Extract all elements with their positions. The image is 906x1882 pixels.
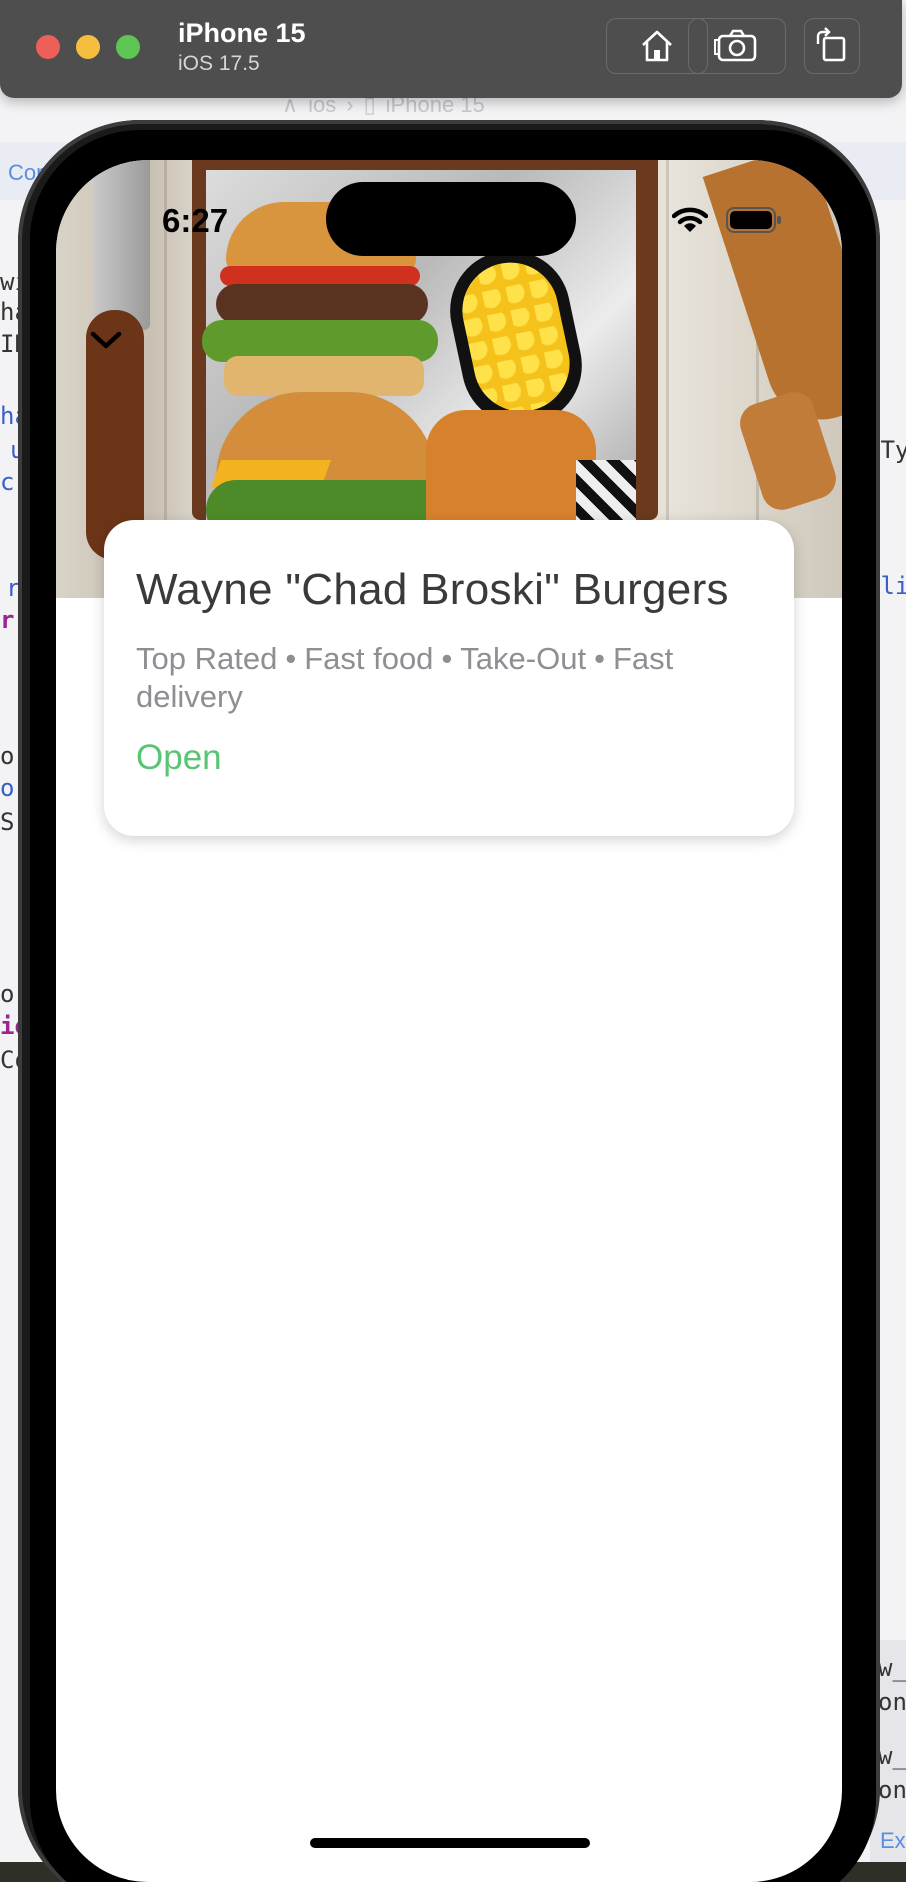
rotate-button[interactable] [804, 18, 860, 74]
dynamic-island [326, 182, 576, 256]
simulator-device-name: iPhone 15 [178, 18, 306, 48]
expand-button[interactable]: Ex [880, 1828, 906, 1854]
tag-label: Top Rated [136, 641, 278, 677]
iphone-screen: 6:27 Wayne "Chad Broski" Burgers Top Rat… [56, 160, 842, 1882]
code-fragment: c [0, 468, 15, 496]
rotate-icon [816, 27, 846, 62]
open-status: Open [136, 738, 222, 778]
restaurant-tags: Top Rated • Fast food • Take-Out • Fast delive… [136, 640, 696, 716]
back-button[interactable] [86, 320, 126, 360]
simulator-title-bar: iPhone 15 iOS 17.5 [0, 0, 902, 98]
code-fragment: on [878, 1688, 906, 1716]
battery-icon [726, 207, 781, 233]
status-bar-time: 6:27 [162, 202, 229, 239]
minimize-window-button[interactable] [76, 35, 100, 59]
burger-patty [216, 284, 428, 324]
simulator-os-version: iOS 17.5 [178, 52, 260, 75]
close-window-button[interactable] [36, 35, 60, 59]
code-fragment: o [0, 774, 15, 802]
restaurant-info-card: Wayne "Chad Broski" Burgers Top Rated • Fa… [104, 520, 794, 836]
chevron-down-icon [90, 331, 122, 349]
screenshot-button[interactable] [688, 18, 786, 74]
knife-blade [94, 160, 150, 330]
home-indicator[interactable] [310, 1838, 590, 1848]
burger-tomato [220, 266, 420, 286]
tag-separator: • [285, 641, 297, 677]
screenshot-icon [714, 29, 757, 62]
code-fragment: w_ [878, 1742, 906, 1770]
code-fragment: on [878, 1776, 906, 1804]
code-fragment: w_ [878, 1654, 906, 1682]
restaurant-name: Wayne "Chad Broski" Burgers [136, 565, 729, 614]
home-icon [642, 30, 672, 62]
pepper-grinder [702, 160, 842, 434]
zoom-window-button[interactable] [116, 35, 140, 59]
tag-label: Take-Out [460, 641, 587, 677]
code-fragment: S [0, 808, 15, 836]
tag-separator: • [441, 641, 453, 677]
tag-separator: • [594, 641, 605, 677]
tag-label: Fast food [304, 641, 434, 677]
code-fragment: r [0, 606, 15, 634]
wifi-icon [672, 207, 708, 232]
burger-bun-mid [224, 356, 424, 396]
